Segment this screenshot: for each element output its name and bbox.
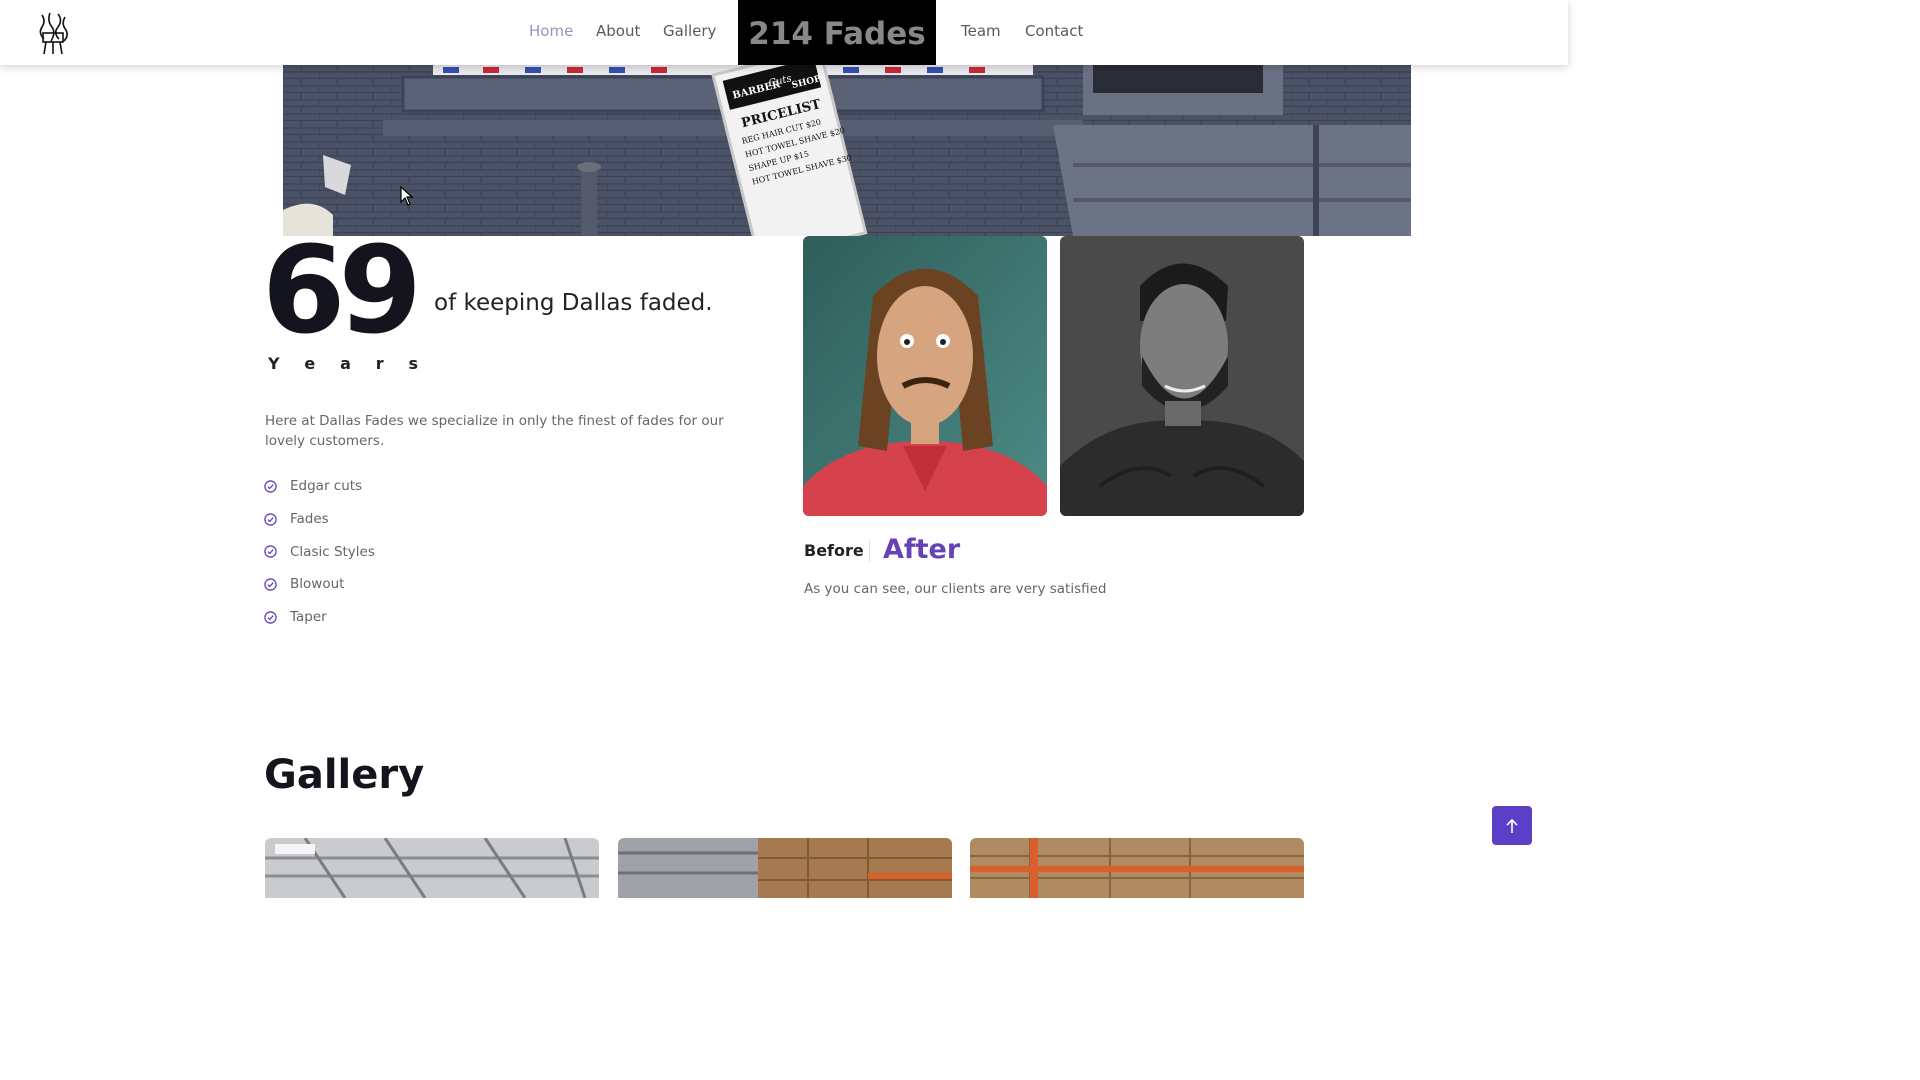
nav-link-contact[interactable]: Contact	[1025, 22, 1083, 40]
check-circle-icon	[264, 610, 277, 624]
years-letter: a	[340, 354, 351, 373]
before-after-caption: As you can see, our clients are very sat…	[804, 581, 1107, 597]
list-item: Taper	[264, 601, 375, 634]
intro-paragraph: Here at Dallas Fades we specialize in on…	[265, 413, 724, 449]
years-letter: Y	[268, 354, 280, 373]
check-circle-icon	[264, 512, 277, 526]
years-letter: r	[375, 354, 384, 373]
list-item: Fades	[264, 503, 375, 536]
service-label: Taper	[290, 609, 327, 626]
barbershop-logo-icon[interactable]	[36, 11, 70, 55]
arrow-up-icon	[1506, 818, 1518, 833]
list-item: Edgar cuts	[264, 470, 375, 503]
brand-title[interactable]: 214 Fades	[738, 0, 936, 65]
years-tagline: of keeping Dallas faded.	[434, 290, 713, 316]
years-number: 69	[262, 222, 422, 361]
after-label: After	[883, 534, 961, 565]
before-photo	[803, 236, 1047, 516]
nav-link-team[interactable]: Team	[961, 22, 1001, 40]
service-label: Clasic Styles	[290, 543, 375, 560]
check-circle-icon	[264, 578, 277, 591]
hero-image: BARBER Cuts SHOP PRICELIST REG HAIR CUT …	[283, 65, 1411, 236]
list-item: Blowout	[264, 568, 375, 601]
nav-link-gallery[interactable]: Gallery	[663, 22, 716, 40]
before-label: Before	[804, 541, 864, 560]
nav-link-about[interactable]: About	[596, 22, 640, 40]
navbar: Home About Gallery 214 Fades Team Contac…	[0, 0, 1568, 65]
service-label: Blowout	[290, 576, 345, 593]
list-item: Clasic Styles	[264, 535, 375, 568]
mouse-cursor-icon	[400, 186, 414, 206]
service-label: Fades	[290, 511, 329, 528]
nav-link-home[interactable]: Home	[529, 22, 573, 40]
check-circle-icon	[264, 480, 277, 493]
check-circle-icon	[264, 545, 277, 558]
years-letter: e	[304, 354, 316, 373]
years-word: Y e a r s	[268, 354, 418, 373]
years-letter: s	[408, 354, 418, 373]
gallery-thumbnail[interactable]	[618, 838, 952, 898]
gallery-title: Gallery	[264, 752, 425, 798]
gallery-thumbnail[interactable]	[265, 838, 599, 898]
service-label: Edgar cuts	[290, 478, 363, 495]
services-list: Edgar cuts Fades Clasic Styles Blowout T…	[264, 470, 375, 633]
before-after-divider	[869, 540, 870, 562]
after-photo	[1060, 236, 1304, 516]
gallery-thumbnail[interactable]	[970, 838, 1304, 898]
back-to-top-button[interactable]	[1492, 806, 1532, 845]
